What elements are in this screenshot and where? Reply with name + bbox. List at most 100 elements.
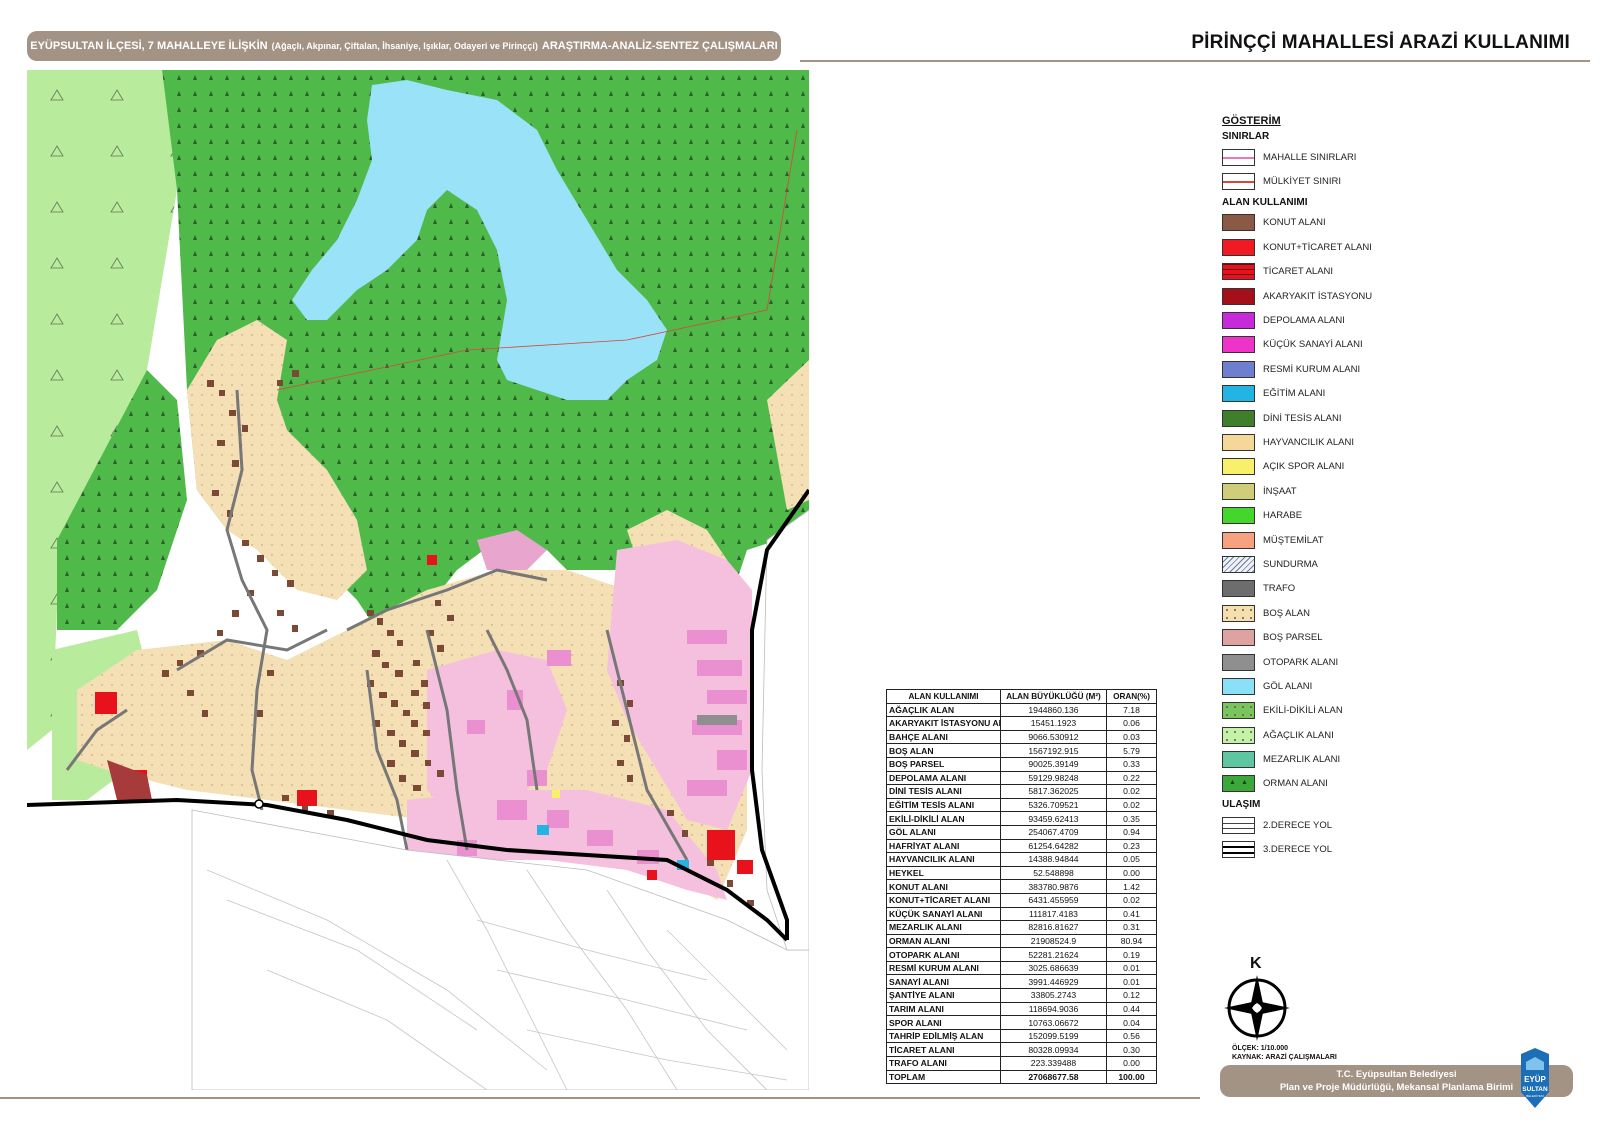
parking-area [697, 715, 737, 725]
legend-item: HARABE [1222, 503, 1562, 527]
table-row: OTOPARK ALANI 52281.21624 0.19 [886, 947, 1157, 962]
table-cell: TİCARET ALANI [886, 1042, 1001, 1058]
legend-swatch [1222, 263, 1255, 281]
table-row: TRAFO ALANI 223.339488 0.00 [886, 1056, 1157, 1071]
table-cell: HAFRİYAT ALANI [886, 838, 1001, 854]
table-cell: 0.30 [1106, 1042, 1157, 1058]
table-cell: 0.41 [1106, 906, 1157, 922]
table-cell: 0.35 [1106, 811, 1157, 826]
table-cell: 0.01 [1106, 974, 1157, 990]
legend-swatch [1222, 726, 1255, 744]
table-cell: ŞANTİYE ALANI [886, 988, 1001, 1003]
table-row: SPOR ALANI 10763.06672 0.04 [886, 1015, 1157, 1030]
table-total-row: TOPLAM 27068677.58 100.00 [886, 1069, 1157, 1085]
legend-label: 2.DERECE YOL [1263, 819, 1332, 831]
table-cell: 3991.446929 [1000, 974, 1107, 990]
legend-swatch [1222, 287, 1255, 305]
table-row: KONUT+TİCARET ALANI 6431.455959 0.02 [886, 892, 1157, 908]
logo-top: EYÜP [1524, 1075, 1546, 1084]
table-cell: BAHÇE ALANI [886, 729, 1001, 745]
table-row: BOŞ ALAN 1567192.915 5.79 [886, 743, 1157, 758]
table-cell: 0.05 [1106, 852, 1157, 867]
legend-swatch [1222, 555, 1255, 573]
legend-swatch [1222, 433, 1255, 451]
legend-label: RESMİ KURUM ALANI [1263, 363, 1361, 375]
header-neighbourhoods: (Ağaçlı, Akpınar, Çiftalan, İhsaniye, Iş… [271, 41, 538, 51]
legend-swatch [1222, 458, 1255, 476]
right-urban-context [761, 509, 809, 951]
map-canvas[interactable] [27, 70, 809, 1090]
table-cell: EKİLİ-DİKİLİ ALAN [886, 811, 1001, 826]
legend-item: KÜÇÜK SANAYİ ALANI [1222, 333, 1562, 357]
table-cell: BOŞ PARSEL [886, 756, 1001, 772]
table-cell: AĞAÇLIK ALAN [886, 702, 1001, 718]
table-cell: SPOR ALANI [886, 1015, 1001, 1030]
table-cell: GÖL ALANI [886, 824, 1001, 840]
table-total-cell: TOPLAM [886, 1069, 1001, 1085]
table-cell: 33805.2743 [1000, 988, 1107, 1003]
legend-label: OTOPARK ALANI [1263, 656, 1339, 668]
table-cell: 61254.64282 [1000, 838, 1107, 854]
table-cell: 0.19 [1106, 947, 1157, 962]
legend-label: DİNİ TESİS ALANI [1263, 412, 1342, 424]
legend-item: OTOPARK ALANI [1222, 650, 1562, 674]
table-cell: 111817.4183 [1000, 906, 1107, 922]
legend-swatch: ▲ ▲ [1222, 775, 1255, 793]
legend-swatch [1222, 214, 1255, 232]
land-use-map[interactable] [27, 70, 809, 1090]
table-total-cell: 27068677.58 [1000, 1069, 1107, 1085]
table-cell: TARIM ALANI [886, 1001, 1001, 1017]
legend-label: KONUT+TİCARET ALANI [1263, 241, 1372, 253]
legend-swatch [1222, 409, 1255, 427]
scale-info: ÖLÇEK: 1/10.000 KAYNAK: ARAZİ ÇALIŞMALAR… [1232, 1044, 1337, 1062]
legend-label: ORMAN ALANI [1263, 778, 1328, 790]
legend-swatch [1222, 385, 1255, 403]
table-cell: 254067.4709 [1000, 824, 1107, 840]
legend-item: 3.DERECE YOL [1222, 838, 1562, 862]
header-divider [800, 60, 1590, 62]
map-legend: GÖSTERİM SINIRLAR MAHALLE SINIRLARI MÜLKİY… [1222, 115, 1562, 862]
header-suffix: ARAŞTIRMA-ANALİZ-SENTEZ ÇALIŞMALARI [541, 40, 778, 52]
legend-item: DEPOLAMA ALANI [1222, 308, 1562, 332]
legend-body: SINIRLAR MAHALLE SINIRLARI MÜLKİYET SINIRI… [1222, 131, 1562, 862]
legend-swatch [1222, 531, 1255, 549]
table-cell: 0.33 [1106, 756, 1157, 772]
legend-label: KONUT ALANI [1263, 217, 1326, 229]
scale-label: ÖLÇEK: 1/10.000 [1232, 1045, 1289, 1052]
legend-swatch [1222, 677, 1255, 695]
table-cell: 5817.362025 [1000, 784, 1107, 799]
legend-item: AKARYAKIT İSTASYONU [1222, 284, 1562, 308]
legend-item: KONUT+TİCARET ALANI [1222, 235, 1562, 259]
legend-item: AÇIK SPOR ALANI [1222, 455, 1562, 479]
legend-label: 3.DERECE YOL [1263, 844, 1332, 856]
table-row: BAHÇE ALANI 9066.530912 0.03 [886, 729, 1157, 745]
legend-item: 2.DERECE YOL [1222, 813, 1562, 837]
table-row: EKİLİ-DİKİLİ ALAN 93459.62413 0.35 [886, 811, 1157, 826]
table-cell: 0.94 [1106, 824, 1157, 840]
legend-swatch [1222, 336, 1255, 354]
table-cell: 90025.39149 [1000, 756, 1107, 772]
table-row: RESMİ KURUM ALANI 3025.686639 0.01 [886, 960, 1157, 976]
table-cell: 59129.98248 [1000, 770, 1107, 786]
header-prefix: EYÜPSULTAN İLÇESİ, 7 MAHALLEYE İLİŞKİN [30, 40, 268, 52]
school-area [537, 825, 549, 835]
column-header: ORAN(%) [1106, 689, 1157, 704]
table-row: DEPOLAMA ALANI 59129.98248 0.22 [886, 770, 1157, 786]
table-row: TARIM ALANI 118694.9036 0.44 [886, 1001, 1157, 1017]
legend-swatch [1222, 482, 1255, 500]
table-cell: 0.12 [1106, 988, 1157, 1003]
legend-swatch [1222, 604, 1255, 622]
table-row: KÜÇÜK SANAYİ ALANI 111817.4183 0.41 [886, 906, 1157, 922]
legend-swatch [1222, 841, 1255, 859]
legend-item: GÖL ALANI [1222, 674, 1562, 698]
legend-section-title: SINIRLAR [1222, 131, 1270, 142]
table-cell: 0.02 [1106, 892, 1157, 908]
table-row: MEZARLIK ALANI 82816.81627 0.31 [886, 920, 1157, 935]
table-cell: 5326.709521 [1000, 797, 1107, 813]
table-row: ORMAN ALANI 21908524.9 80.94 [886, 933, 1157, 949]
legend-item: HAYVANCILIK ALANI [1222, 430, 1562, 454]
legend-label: BOŞ ALAN [1263, 607, 1310, 619]
legend-swatch [1222, 507, 1255, 525]
legend-label: EKİLİ-DİKİLİ ALAN [1263, 705, 1343, 717]
logo-tiny: BELEDİYESİ [1526, 1093, 1544, 1098]
